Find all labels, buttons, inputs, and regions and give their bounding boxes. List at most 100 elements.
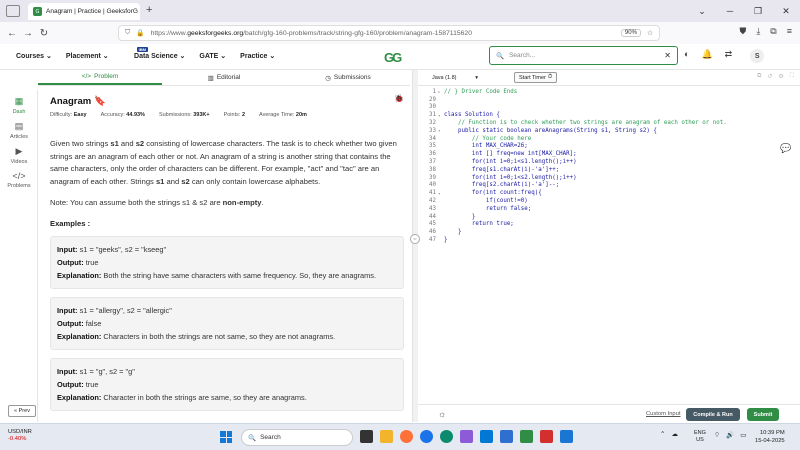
- code-line[interactable]: 31 ▾ class Solution {: [418, 111, 800, 119]
- article-icon: ▤: [14, 121, 24, 131]
- theme-sun-icon[interactable]: ☼: [438, 409, 446, 419]
- code-text: return true;: [444, 221, 514, 228]
- app-icon[interactable]: [560, 430, 573, 443]
- onedrive-icon[interactable]: ☁: [671, 430, 678, 438]
- browser-tab[interactable]: G Anagram | Practice | GeeksforG ×: [28, 3, 140, 20]
- clear-search-icon[interactable]: ✕: [664, 51, 671, 60]
- fullscreen-icon[interactable]: ⛶: [790, 73, 794, 80]
- code-line[interactable]: 43 return false;: [418, 205, 800, 213]
- editor-icons: ⧉ ↺ ⚙ ⛶: [757, 73, 794, 80]
- reload-icon[interactable]: ↻: [36, 28, 52, 39]
- back-icon[interactable]: ←: [4, 28, 20, 39]
- copy-icon[interactable]: ⧉: [757, 73, 761, 80]
- taskbar-search-input[interactable]: 🔍 Search: [241, 429, 353, 446]
- menu-practice[interactable]: Practice ⌄: [240, 52, 275, 60]
- code-line[interactable]: 34 // Your code here: [418, 135, 800, 143]
- volume-icon[interactable]: 🔊: [726, 431, 734, 439]
- tab-editorial[interactable]: ▥ Editorial: [162, 70, 286, 85]
- app-icon[interactable]: [520, 430, 533, 443]
- code-line[interactable]: 33 ▾ public static boolean areAnagrams(St…: [418, 127, 800, 135]
- code-line[interactable]: 35 int MAX_CHAR=26;: [418, 143, 800, 151]
- example-block: Input: s1 = "g", s2 = "g" Output: true E…: [50, 358, 404, 411]
- wifi-icon[interactable]: ⌔: [714, 430, 720, 439]
- windows-start-icon[interactable]: [220, 431, 232, 443]
- code-line[interactable]: 47}: [418, 236, 800, 244]
- chat-icon[interactable]: 💬: [780, 143, 794, 157]
- code-line[interactable]: 41 ▾ for(int count:freq){: [418, 189, 800, 197]
- task-view-icon[interactable]: [360, 430, 373, 443]
- code-line[interactable]: 44 }: [418, 213, 800, 221]
- minimize-icon[interactable]: ─: [716, 0, 744, 22]
- pocket-icon[interactable]: ⛊: [740, 26, 747, 37]
- tab-overview-icon[interactable]: [6, 5, 20, 17]
- download-icon[interactable]: ⤓: [756, 26, 760, 37]
- code-text: public static boolean areAnagrams(String…: [444, 127, 657, 134]
- submit-button[interactable]: Submit: [747, 408, 779, 421]
- notification-bell-icon[interactable]: 🔔: [701, 49, 712, 63]
- code-line[interactable]: 39 for(int i=0;i<s2.length();i++): [418, 174, 800, 182]
- file-explorer-icon[interactable]: [380, 430, 393, 443]
- store-icon[interactable]: [480, 430, 493, 443]
- code-line[interactable]: 40 freq[s2.charAt(i)-'a']--;: [418, 182, 800, 190]
- code-line[interactable]: 36 int [] freq=new int[MAX_CHAR];: [418, 150, 800, 158]
- custom-input-link[interactable]: Custom Input: [646, 411, 680, 417]
- code-line[interactable]: 37 for(int i=0;i<s1.length();i++): [418, 158, 800, 166]
- translate-icon[interactable]: ⇄: [725, 49, 733, 63]
- battery-icon[interactable]: ▭: [740, 431, 746, 439]
- page-title: Anagram 🔖: [50, 96, 107, 107]
- mcafee-icon[interactable]: [540, 430, 553, 443]
- code-line[interactable]: 46 }: [418, 228, 800, 236]
- bookmark-icon[interactable]: 🔖: [94, 96, 106, 107]
- gfg-logo[interactable]: GG: [384, 50, 402, 65]
- rail-dash[interactable]: ▦ Dash: [0, 96, 38, 115]
- code-line[interactable]: 29: [418, 96, 800, 104]
- menu-placement[interactable]: Placement ⌄: [66, 52, 109, 60]
- rail-articles[interactable]: ▤ Articles: [0, 121, 38, 140]
- ticker-widget[interactable]: USD/INR -0.40%: [8, 429, 32, 443]
- extensions-icon[interactable]: ⧉: [770, 26, 776, 37]
- report-bug-icon[interactable]: 🐞: [394, 94, 404, 103]
- copilot-icon[interactable]: [460, 430, 473, 443]
- code-line[interactable]: 1 ▸// } Driver Code Ends: [418, 88, 800, 96]
- input-language[interactable]: ENG US: [694, 430, 706, 444]
- menu-courses[interactable]: Courses ⌄: [16, 52, 52, 60]
- chrome-icon[interactable]: [420, 430, 433, 443]
- tab-submissions[interactable]: ◷ Submissions: [286, 70, 410, 85]
- edge-icon[interactable]: [440, 430, 453, 443]
- code-text: int MAX_CHAR=26;: [444, 143, 528, 150]
- avatar[interactable]: S: [750, 49, 765, 63]
- prev-button[interactable]: « Prev: [8, 405, 36, 417]
- code-line[interactable]: 42 if(count!=0): [418, 197, 800, 205]
- chevron-up-icon[interactable]: ⌃: [660, 430, 665, 438]
- clock[interactable]: 10:39 PM 15-04-2025: [755, 429, 785, 445]
- code-editor[interactable]: 1 ▸// } Driver Code Ends 29 30 31 ▾ class Solu…: [418, 88, 800, 404]
- window-close-icon[interactable]: ✕: [772, 0, 800, 22]
- code-line[interactable]: 30: [418, 104, 800, 112]
- menu-gate[interactable]: GATE ⌄: [199, 52, 226, 60]
- editor-toolbar: Java (1.8) ▾ Start Timer ⏱ ⧉ ↺ ⚙ ⛶: [418, 70, 800, 86]
- tab-list-icon[interactable]: ⌄: [688, 0, 716, 22]
- rail-problems[interactable]: </> Problems: [0, 171, 38, 189]
- menu-data-science[interactable]: IBMData Science ⌄: [123, 47, 185, 60]
- theme-toggle-icon[interactable]: ◐: [684, 49, 689, 63]
- maximize-icon[interactable]: ❐: [744, 0, 772, 22]
- forward-icon[interactable]: →: [20, 28, 36, 39]
- code-line[interactable]: 38 freq[s1.charAt(i)-'a']++;: [418, 166, 800, 174]
- url-field[interactable]: ⛉ 🔒 https://www.geeksforgeeks.org/batch/…: [118, 25, 660, 41]
- code-line[interactable]: 32 // Function is to check whether two s…: [418, 119, 800, 127]
- firefox-icon[interactable]: [400, 430, 413, 443]
- app-icon[interactable]: [500, 430, 513, 443]
- zoom-level[interactable]: 90%: [620, 29, 641, 37]
- compile-run-button[interactable]: Compile & Run: [686, 408, 740, 421]
- rail-videos[interactable]: ▶ Videos: [0, 146, 38, 165]
- code-line[interactable]: 45 return true;: [418, 221, 800, 229]
- bookmark-star-icon[interactable]: ☆: [647, 29, 653, 37]
- site-search-input[interactable]: 🔍 Search... ✕: [489, 46, 678, 65]
- reset-icon[interactable]: ↺: [767, 73, 772, 80]
- settings-icon[interactable]: ⚙: [778, 73, 783, 80]
- new-tab-button[interactable]: +: [146, 4, 152, 16]
- menu-icon[interactable]: ≡: [787, 26, 792, 37]
- language-select[interactable]: Java (1.8) ▾: [430, 73, 480, 83]
- start-timer-button[interactable]: Start Timer ⏱: [514, 72, 558, 83]
- tab-problem[interactable]: </> Problem: [38, 70, 162, 85]
